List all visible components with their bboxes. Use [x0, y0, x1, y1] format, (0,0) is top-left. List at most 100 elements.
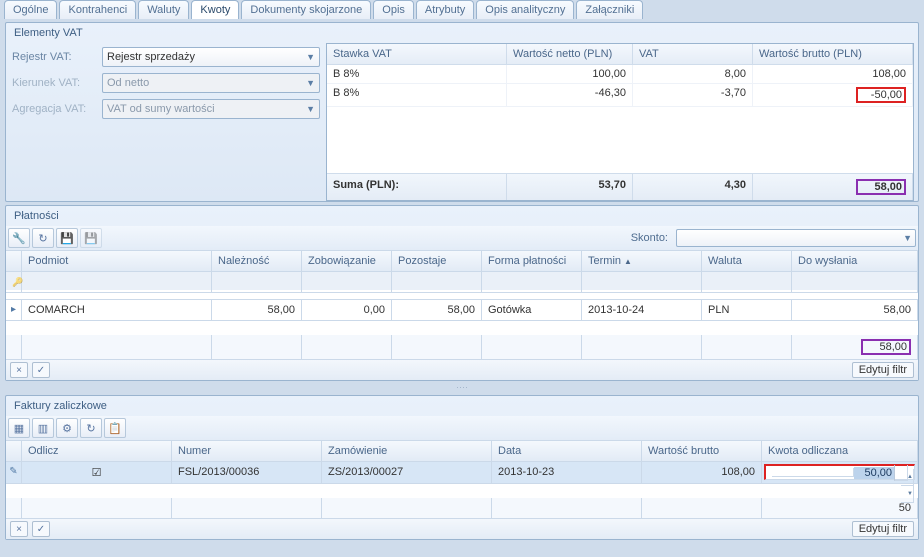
- cell-data: 2013-10-23: [492, 462, 642, 484]
- cell-netto: -46,30: [507, 84, 633, 107]
- cell-brutto: 108,00: [753, 65, 913, 84]
- tab-ogolne[interactable]: Ogólne: [4, 0, 57, 19]
- spin-down-icon[interactable]: ▼: [901, 486, 914, 503]
- combo-value: VAT od sumy wartości: [107, 103, 215, 115]
- col-zamowienie[interactable]: Zamówienie: [322, 441, 492, 462]
- col-dowyslania[interactable]: Do wysłania: [792, 251, 918, 272]
- edit-row-icon[interactable]: ✎: [6, 462, 22, 484]
- refresh-icon[interactable]: ↻: [32, 228, 54, 248]
- col-numer[interactable]: Numer: [172, 441, 322, 462]
- col-data[interactable]: Data: [492, 441, 642, 462]
- grid-footer-bar: × ✓ Edytuj filtr: [6, 518, 918, 539]
- highlight-purple: 58,00: [861, 339, 911, 355]
- col-pozostaje[interactable]: Pozostaje: [392, 251, 482, 272]
- filter-check-button[interactable]: ✓: [32, 362, 50, 378]
- highlight-red: -50,00: [856, 87, 906, 103]
- panel-faktury-zaliczkowe: Faktury zaliczkowe ▦ ▥ ⚙ ↻ 📋 Odlicz Nume…: [5, 395, 919, 540]
- cell-termin: 2013-10-24: [582, 300, 702, 321]
- tab-atrybuty[interactable]: Atrybuty: [416, 0, 474, 19]
- col-podmiot[interactable]: Podmiot: [22, 251, 212, 272]
- tab-dokumenty[interactable]: Dokumenty skojarzone: [241, 0, 371, 19]
- combo-value: Rejestr sprzedaży: [107, 51, 195, 63]
- clear-filter-button[interactable]: ×: [10, 521, 28, 537]
- grid-icon[interactable]: ▦: [8, 418, 30, 438]
- cell-dowyslania: 58,00: [792, 300, 918, 321]
- col-zobowiazanie[interactable]: Zobowiązanie: [302, 251, 392, 272]
- adv-toolbar: ▦ ▥ ⚙ ↻ 📋: [6, 416, 918, 441]
- wrench-icon[interactable]: 🔧: [8, 228, 30, 248]
- tab-zalaczniki[interactable]: Załączniki: [576, 0, 643, 19]
- checkbox-checked-icon[interactable]: ☑: [92, 467, 102, 479]
- agregacja-vat-label: Agregacja VAT:: [12, 103, 102, 115]
- kwota-value[interactable]: 50,00: [854, 467, 894, 479]
- table-row[interactable]: ✎ ☑ FSL/2013/00036 ZS/2013/00027 2013-10…: [6, 462, 918, 484]
- sum-vat: 4,30: [633, 174, 753, 200]
- clear-filter-button[interactable]: ×: [10, 362, 28, 378]
- panel-platnosci: Płatności 🔧 ↻ 💾 💾 Skonto: ▼ Podmiot Nale…: [5, 205, 919, 381]
- col-naleznosc[interactable]: Należność: [212, 251, 302, 272]
- col-stawka[interactable]: Stawka VAT: [327, 44, 507, 65]
- save-icon[interactable]: 💾: [56, 228, 78, 248]
- rejestr-vat-combo[interactable]: Rejestr sprzedaży ▼: [102, 47, 320, 67]
- grid-head: Podmiot Należność Zobowiązanie Pozostaje…: [6, 251, 918, 272]
- table-row[interactable]: ▸ COMARCH 58,00 0,00 58,00 Gotówka 2013-…: [6, 300, 918, 321]
- col-waluta[interactable]: Waluta: [702, 251, 792, 272]
- summary-icon[interactable]: 📋: [104, 418, 126, 438]
- row-handle-icon[interactable]: ▸: [6, 300, 22, 321]
- vat-table-head: Stawka VAT Wartość netto (PLN) VAT Warto…: [327, 44, 913, 65]
- chevron-down-icon: ▼: [903, 233, 912, 243]
- tab-kontrahenci[interactable]: Kontrahenci: [59, 0, 136, 19]
- cell-vat: 8,00: [633, 65, 753, 84]
- sum-brutto: 58,00: [753, 174, 913, 200]
- gear-icon[interactable]: ⚙: [56, 418, 78, 438]
- save-disabled-icon: 💾: [80, 228, 102, 248]
- combo-value: Od netto: [107, 77, 149, 89]
- tab-opis-analityczny[interactable]: Opis analityczny: [476, 0, 574, 19]
- col-odlicz[interactable]: Odlicz: [22, 441, 172, 462]
- col-brutto[interactable]: Wartość brutto (PLN): [753, 44, 913, 65]
- col-brutto[interactable]: Wartość brutto: [642, 441, 762, 462]
- panel-elementy-vat: Elementy VAT Rejestr VAT: Rejestr sprzed…: [5, 22, 919, 202]
- col-kwota[interactable]: Kwota odliczana: [762, 441, 918, 462]
- grid-alt-icon[interactable]: ▥: [32, 418, 54, 438]
- adv-grid: Odlicz Numer Zamówienie Data Wartość bru…: [6, 441, 918, 539]
- col-termin[interactable]: Termin▲: [582, 251, 702, 272]
- edit-filter-button[interactable]: Edytuj filtr: [852, 521, 914, 537]
- cell-stawka: B 8%: [327, 65, 507, 84]
- main-tabs: Ogólne Kontrahenci Waluty Kwoty Dokument…: [0, 0, 924, 19]
- chevron-down-icon: ▼: [306, 78, 315, 88]
- cell-netto: 100,00: [507, 65, 633, 84]
- cell-waluta: PLN: [702, 300, 792, 321]
- vat-table: Stawka VAT Wartość netto (PLN) VAT Warto…: [326, 43, 914, 201]
- cell-forma: Gotówka: [482, 300, 582, 321]
- vat-row[interactable]: B 8% 100,00 8,00 108,00: [327, 65, 913, 84]
- kierunek-vat-label: Kierunek VAT:: [12, 77, 102, 89]
- rejestr-vat-label: Rejestr VAT:: [12, 51, 102, 63]
- kwota-input-highlight[interactable]: 50,00 ▲▼: [764, 464, 915, 480]
- tab-opis[interactable]: Opis: [373, 0, 414, 19]
- spinner[interactable]: ▲▼: [894, 465, 908, 481]
- col-vat[interactable]: VAT: [633, 44, 753, 65]
- cell-odlicz[interactable]: ☑: [22, 462, 172, 484]
- panel-title: Elementy VAT: [6, 23, 918, 43]
- chevron-down-icon: ▼: [306, 52, 315, 62]
- panel-title: Faktury zaliczkowe: [6, 396, 918, 416]
- tab-waluty[interactable]: Waluty: [138, 0, 189, 19]
- filter-check-button[interactable]: ✓: [32, 521, 50, 537]
- skonto-label: Skonto:: [631, 232, 668, 244]
- col-forma[interactable]: Forma płatności: [482, 251, 582, 272]
- cell-kwota[interactable]: 50,00 ▲▼: [762, 462, 918, 484]
- cell-brutto: 108,00: [642, 462, 762, 484]
- pay-toolbar: 🔧 ↻ 💾 💾 Skonto: ▼: [6, 226, 918, 251]
- vat-row[interactable]: B 8% -46,30 -3,70 -50,00: [327, 84, 913, 107]
- edit-filter-button[interactable]: Edytuj filtr: [852, 362, 914, 378]
- refresh-icon[interactable]: ↻: [80, 418, 102, 438]
- tab-kwoty[interactable]: Kwoty: [191, 0, 239, 19]
- col-netto[interactable]: Wartość netto (PLN): [507, 44, 633, 65]
- grid-filter-row[interactable]: [6, 272, 918, 290]
- spin-up-icon[interactable]: ▲: [901, 469, 914, 486]
- sum-netto: 53,70: [507, 174, 633, 200]
- pay-grid: Podmiot Należność Zobowiązanie Pozostaje…: [6, 251, 918, 380]
- panel-title: Płatności: [6, 206, 918, 226]
- skonto-combo[interactable]: ▼: [676, 229, 916, 247]
